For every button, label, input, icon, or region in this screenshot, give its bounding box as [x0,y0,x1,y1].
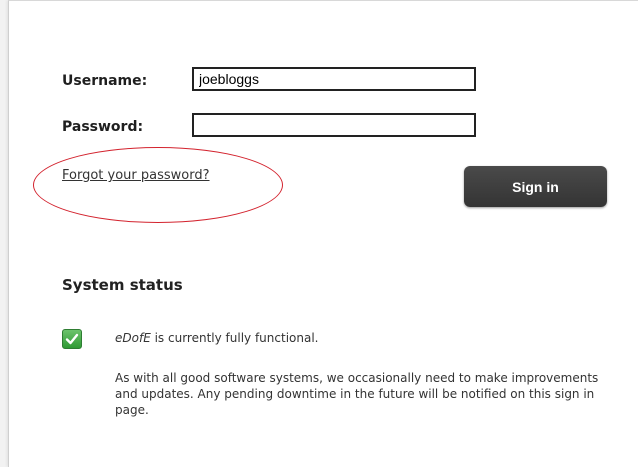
username-field[interactable] [192,67,476,91]
status-message-text: is currently fully functional. [150,331,319,345]
sign-in-button[interactable]: Sign in [464,166,607,207]
check-icon [62,329,82,349]
forgot-password-link[interactable]: Forgot your password? [62,168,210,183]
annotation-ellipse [33,147,283,223]
system-status-heading: System status [62,276,183,294]
status-description: As with all good software systems, we oc… [115,371,599,417]
app-name: eDofE [115,331,151,345]
login-panel: Username: Password: Forgot your password… [8,0,638,467]
password-field[interactable] [192,113,476,137]
username-label: Username: [62,73,148,89]
password-label: Password: [62,119,144,135]
status-message: eDofE is currently fully functional. [115,331,318,345]
